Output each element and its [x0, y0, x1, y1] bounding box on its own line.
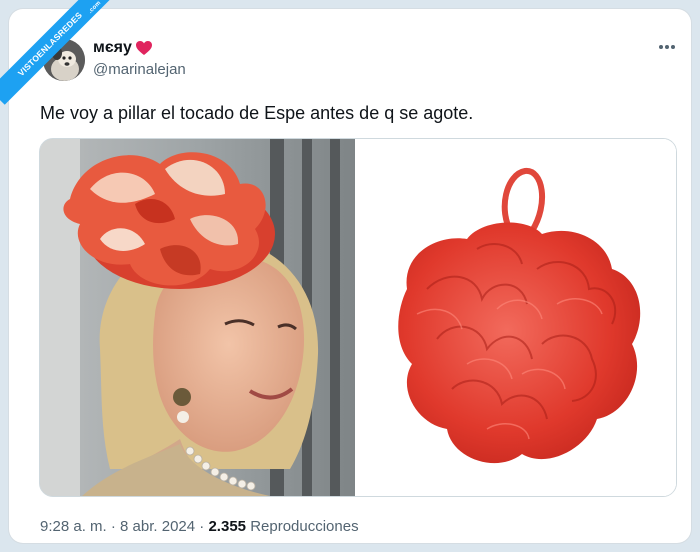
display-name[interactable]: мєяу: [93, 39, 153, 57]
tweet-text: Me voy a pillar el tocado de Espe antes …: [40, 103, 474, 123]
tweet-date[interactable]: 8 abr. 2024: [120, 518, 195, 535]
tweet-metadata: 9:28 a. m. · 8 abr. 2024 · 2.355 Reprodu…: [40, 518, 359, 535]
media-grid[interactable]: [39, 138, 677, 497]
heart-icon: [135, 40, 153, 56]
tweet-card: VISTOENLASREDES .com мєяу @marinalejan M…: [0, 0, 691, 543]
user-handle[interactable]: @marinalejan: [93, 61, 186, 78]
tweet-time[interactable]: 9:28 a. m.: [40, 518, 107, 535]
meta-separator: ·: [110, 518, 116, 535]
meta-separator: ·: [199, 518, 205, 535]
view-count: 2.355: [208, 518, 247, 535]
woman-with-red-fascinator-photo[interactable]: [40, 139, 356, 496]
more-horizontal-icon[interactable]: [655, 37, 679, 57]
watermark-subtext: .com: [87, 0, 103, 15]
display-name-text: мєяу: [93, 39, 132, 56]
red-bath-sponge-photo[interactable]: [357, 139, 676, 496]
view-count-label: Reproducciones: [250, 518, 359, 535]
